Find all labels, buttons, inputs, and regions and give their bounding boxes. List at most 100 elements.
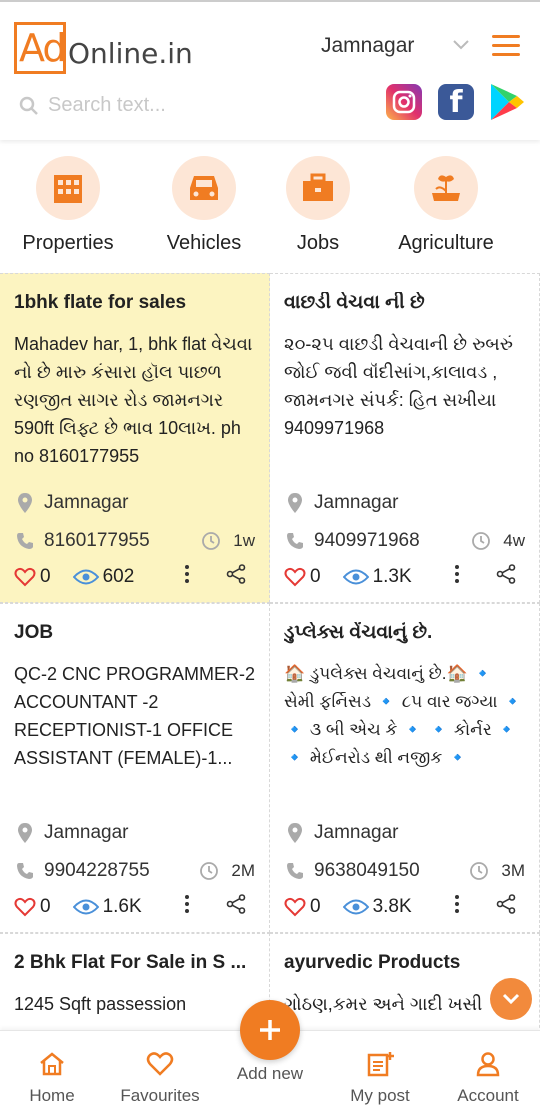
time-text: 2M [231, 861, 255, 880]
more-options-icon[interactable] [454, 894, 460, 920]
listing-description: ગોઠણ,કમર અને ગાદી ખસી [284, 994, 483, 1014]
plus-icon [260, 1020, 280, 1040]
location-text: Jamnagar [314, 492, 399, 513]
phone-number[interactable]: 8160177955 [44, 530, 150, 552]
view-count-text: 1.6K [102, 896, 142, 917]
category-label: Jobs [296, 232, 340, 254]
nav-home[interactable]: Home [20, 1051, 84, 1106]
listing-description: 1245 Sqft passession [14, 994, 187, 1014]
logo-text: Online.in [68, 37, 193, 70]
scroll-down-button[interactable] [490, 978, 532, 1020]
listing-time: 3M [469, 861, 525, 881]
category-label: Properties [22, 232, 114, 254]
more-options-icon[interactable] [454, 564, 460, 590]
app-header: Ad Online.in Jamnagar Search text... f [0, 0, 540, 140]
view-count: 1.6K [72, 896, 142, 918]
logo-box: Ad [14, 22, 66, 74]
building-icon [36, 156, 100, 220]
eye-icon [72, 899, 99, 915]
like-count: 0 [310, 566, 321, 587]
listing-contact: 9409971968 4w [284, 530, 525, 552]
nav-account[interactable]: Account [446, 1051, 530, 1106]
eye-icon [342, 569, 369, 585]
instagram-icon[interactable] [386, 84, 422, 120]
nav-label: Account [457, 1086, 519, 1105]
listing-contact: 8160177955 1w [14, 530, 255, 552]
category-bar: Properties Vehicles Jobs Agriculture [0, 140, 540, 270]
phone-icon [14, 532, 36, 550]
like-button[interactable]: 0 [14, 566, 51, 588]
time-text: 4w [503, 531, 525, 550]
phone-number[interactable]: 9409971968 [314, 530, 420, 552]
listing-stats: 0 602 [14, 564, 255, 590]
add-new-label: Add new [236, 1064, 304, 1083]
clock-icon [200, 862, 219, 880]
listing-stats: 0 1.6K [14, 894, 255, 920]
like-count: 0 [40, 896, 51, 917]
listing-title: JOB [14, 622, 54, 643]
share-icon[interactable] [226, 564, 246, 590]
like-button[interactable]: 0 [14, 896, 51, 918]
logo-ad-text: Ad [19, 26, 66, 70]
share-icon[interactable] [226, 894, 246, 920]
listing-description: QC-2 CNC PROGRAMMER-2 ACCOUNTANT -2 RECE… [14, 664, 255, 768]
listing-title: વાછડી વેચવા ની છે [284, 292, 425, 313]
add-new-button[interactable] [240, 1000, 300, 1060]
view-count-text: 3.8K [372, 896, 412, 917]
logo[interactable]: Ad Online.in [14, 22, 193, 74]
nav-label: My post [350, 1086, 410, 1105]
home-icon [40, 1052, 64, 1076]
search-input[interactable]: Search text... [18, 94, 166, 117]
heart-icon [146, 1052, 174, 1076]
listing-card[interactable]: વાછડી વેચવા ની છે ૨૦-૨૫ વાછડી વેચવાની છે… [270, 273, 540, 603]
listing-description: 🏠 ડુપલેક્સ વેચવાનું છે.🏠 🔹 સેમી ફર્નિસડ … [284, 664, 524, 767]
share-icon[interactable] [496, 564, 516, 590]
post-icon [367, 1052, 394, 1077]
chevron-down-icon [502, 993, 520, 1005]
listing-time: 2M [199, 861, 255, 881]
eye-icon [342, 899, 369, 915]
listing-card[interactable]: JOB QC-2 CNC PROGRAMMER-2 ACCOUNTANT -2 … [0, 603, 270, 933]
listing-description: ૨૦-૨૫ વાછડી વેચવાની છે રુબરું જોઈ જવી વૉ… [284, 334, 513, 438]
category-vehicles[interactable]: Vehicles [150, 156, 258, 255]
category-jobs[interactable]: Jobs [264, 156, 372, 255]
heart-icon [284, 897, 306, 917]
facebook-icon[interactable]: f [438, 84, 474, 120]
like-button[interactable]: 0 [284, 566, 321, 588]
share-icon[interactable] [496, 894, 516, 920]
nav-favourites[interactable]: Favourites [110, 1051, 210, 1106]
nav-my-post[interactable]: My post [340, 1051, 420, 1106]
listing-card[interactable]: 1bhk flate for sales Mahadev har, 1, bhk… [0, 273, 270, 603]
search-icon [19, 96, 38, 115]
search-placeholder: Search text... [48, 94, 166, 116]
time-text: 1w [233, 531, 255, 550]
category-agriculture[interactable]: Agriculture [388, 156, 504, 255]
location-pin-icon [14, 822, 36, 844]
account-icon [476, 1052, 500, 1077]
more-options-icon[interactable] [184, 894, 190, 920]
phone-icon [284, 862, 306, 880]
listing-title: 2 Bhk Flat For Sale in S ... [14, 952, 247, 973]
phone-number[interactable]: 9904228755 [44, 860, 150, 882]
google-play-icon[interactable] [488, 82, 526, 122]
city-selector[interactable]: Jamnagar [321, 34, 414, 58]
phone-icon [284, 532, 306, 550]
menu-icon[interactable] [492, 35, 520, 57]
listing-card[interactable]: ડુપ્લેક્સ વેંચવાનું છે. 🏠 ડુપલેક્સ વેચવા… [270, 603, 540, 933]
category-label: Vehicles [166, 232, 242, 254]
briefcase-icon [286, 156, 350, 220]
like-button[interactable]: 0 [284, 896, 321, 918]
location-text: Jamnagar [314, 822, 399, 843]
view-count-text: 1.3K [372, 566, 412, 587]
heart-icon [14, 897, 36, 917]
phone-icon [14, 862, 36, 880]
phone-number[interactable]: 9638049150 [314, 860, 420, 882]
location-pin-icon [14, 492, 36, 514]
listing-stats: 0 1.3K [284, 564, 525, 590]
listing-card[interactable]: 2 Bhk Flat For Sale in S ... 1245 Sqft p… [0, 933, 270, 1033]
like-count: 0 [310, 896, 321, 917]
heart-icon [14, 567, 36, 587]
category-properties[interactable]: Properties [14, 156, 122, 255]
chevron-down-icon[interactable] [452, 38, 470, 56]
more-options-icon[interactable] [184, 564, 190, 590]
